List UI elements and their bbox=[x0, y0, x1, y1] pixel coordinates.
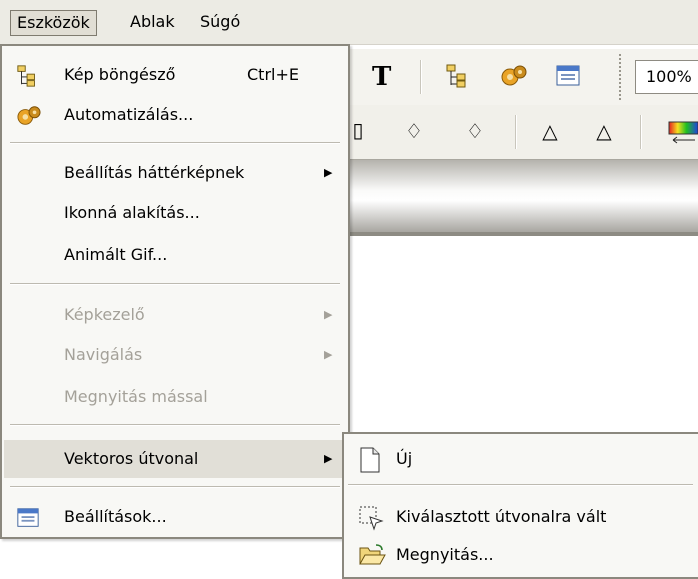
ruler-band bbox=[350, 160, 698, 232]
drop-icon[interactable]: ♢ bbox=[402, 117, 426, 145]
menu-item-kepkezelo[interactable]: Képkezelő ▶ bbox=[4, 296, 347, 334]
menu-separator bbox=[10, 486, 340, 488]
submenu-item-kivalasztott-utvonalra-valt[interactable]: Kiválasztott útvonalra vált bbox=[346, 498, 696, 536]
new-document-icon bbox=[358, 447, 384, 473]
menu-item-label: Automatizálás... bbox=[64, 105, 194, 124]
settings-window-icon[interactable] bbox=[555, 63, 583, 89]
ruler-border bbox=[350, 232, 698, 236]
submenu-item-label: Megnyitás... bbox=[396, 545, 494, 564]
submenu-item-megnyitas[interactable]: Megnyitás... bbox=[346, 536, 696, 574]
menu-item-vektoros-utvonal[interactable]: Vektoros útvonal ▶ bbox=[4, 440, 347, 478]
toolbar-grip[interactable] bbox=[619, 54, 623, 100]
color-gradient-icon[interactable] bbox=[667, 120, 698, 144]
submenu-item-uj[interactable]: Új bbox=[346, 440, 696, 478]
settings-window-icon bbox=[16, 506, 40, 530]
menu-item-kep-bongeszo[interactable]: Kép böngésző Ctrl+E bbox=[4, 56, 347, 94]
toolbar-separator bbox=[640, 115, 642, 149]
menu-item-label: Vektoros útvonal bbox=[64, 449, 199, 468]
menu-sugo[interactable]: Súgó bbox=[194, 10, 246, 36]
vector-path-submenu: Új Kiválasztott útvonalra vált Megnyitás… bbox=[342, 432, 698, 579]
submenu-arrow-icon: ▶ bbox=[324, 166, 333, 179]
menu-separator bbox=[348, 484, 693, 486]
menu-item-label: Beállítások... bbox=[64, 507, 167, 526]
toolbar-separator bbox=[420, 60, 422, 94]
menu-item-label: Kép böngésző bbox=[64, 65, 176, 84]
tree-browser-icon[interactable] bbox=[445, 63, 473, 89]
menu-item-beallitas-hatterkepnek[interactable]: Beállítás háttérképnek ▶ bbox=[4, 154, 347, 192]
menu-eszkozok[interactable]: Eszközök bbox=[10, 10, 97, 36]
menu-item-label: Beállítás háttérképnek bbox=[64, 163, 245, 182]
menu-bar: Eszközök Ablak Súgó bbox=[0, 0, 698, 45]
menu-item-beallitasok[interactable]: Beállítások... bbox=[4, 498, 347, 536]
gears-icon bbox=[16, 104, 41, 128]
menu-item-automatizalas[interactable]: Automatizálás... bbox=[4, 96, 347, 134]
menu-separator bbox=[10, 424, 340, 426]
double-triangle-icon[interactable]: △ bbox=[590, 117, 618, 145]
gears-icon[interactable] bbox=[500, 63, 530, 89]
menu-item-label: Navigálás bbox=[64, 345, 143, 364]
submenu-arrow-icon: ▶ bbox=[324, 348, 333, 361]
toolbar-separator bbox=[515, 115, 517, 149]
crop-icon[interactable]: ▯ bbox=[350, 116, 366, 144]
shortcut-label: Ctrl+E bbox=[247, 65, 299, 84]
menu-item-animalt-gif[interactable]: Animált Gif... bbox=[4, 236, 347, 274]
menu-item-navigalas[interactable]: Navigálás ▶ bbox=[4, 336, 347, 374]
menu-separator bbox=[10, 142, 340, 144]
menu-separator bbox=[10, 283, 340, 285]
triangle-icon[interactable]: △ bbox=[538, 117, 562, 145]
menu-item-ikonna-alakitas[interactable]: Ikonná alakítás... bbox=[4, 194, 347, 232]
zoom-field[interactable]: 100% bbox=[635, 60, 698, 94]
menu-item-label: Animált Gif... bbox=[64, 245, 168, 264]
submenu-item-label: Kiválasztott útvonalra vált bbox=[396, 507, 607, 526]
open-folder-icon bbox=[358, 543, 386, 569]
text-tool-icon[interactable]: T bbox=[372, 63, 391, 91]
menu-item-label: Megnyitás mással bbox=[64, 387, 208, 406]
submenu-arrow-icon: ▶ bbox=[324, 308, 333, 321]
selection-path-icon bbox=[358, 505, 384, 531]
menu-item-megnyitas-massal[interactable]: Megnyitás mással bbox=[4, 378, 347, 416]
submenu-arrow-icon: ▶ bbox=[324, 452, 333, 465]
double-drop-icon[interactable]: ♢ bbox=[462, 117, 488, 145]
menu-ablak[interactable]: Ablak bbox=[124, 10, 181, 36]
menu-item-label: Képkezelő bbox=[64, 305, 145, 324]
tree-browser-icon bbox=[16, 64, 40, 88]
tools-menu: Kép böngésző Ctrl+E Automatizálás... Beá… bbox=[0, 44, 350, 539]
menu-item-label: Ikonná alakítás... bbox=[64, 203, 200, 222]
submenu-item-label: Új bbox=[396, 449, 413, 468]
